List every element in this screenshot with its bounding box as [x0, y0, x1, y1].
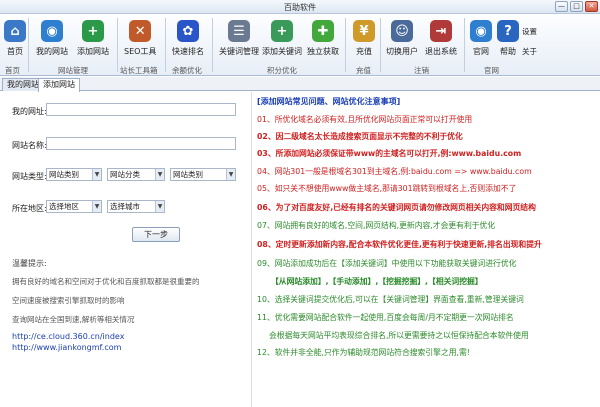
note-item: 08、定时更新添加新内容,配合本软件优化更佳,更有利于快速更新,排名出现和提升	[257, 240, 542, 249]
note-item: 03、所添加网站必须保证带www的主域名可以打开,例:www.baidu.com	[257, 149, 522, 158]
keyword-manage-button[interactable]: ☰ 关键词管理	[219, 20, 259, 60]
note-item: 01、所优化域名必须有效,且所优化网站页面正常可以打开使用	[257, 115, 473, 124]
site-name-label: 网站名称:	[12, 141, 47, 150]
help-icon: ?	[497, 20, 519, 42]
globe-icon: ◉	[41, 20, 63, 42]
chevron-down-icon: ▼	[92, 201, 101, 212]
chevron-down-icon: ▼	[92, 169, 101, 180]
note-item: 12、软件并非全能,只作为辅助规范网站符合搜索引擎之用,需!	[257, 348, 470, 357]
group-label-logout: 注销	[414, 66, 429, 75]
minimize-button[interactable]: —	[555, 1, 568, 12]
toolbar: ⌂ 首页 ◉ 我的网站 + 添加网站 ✕ SEO工具 ✿ 快速排名 ☰ 关键词管…	[0, 14, 600, 76]
settings-link[interactable]: 设置	[522, 26, 537, 37]
note-item: 07、网站拥有良好的域名,空间,网页结构,更新内容,才会更有利于优化	[257, 221, 496, 230]
note-item: 会根据每天网站平均表现综合排名,所以更需要持之以恒保持配合本软件使用	[269, 331, 529, 340]
home-button[interactable]: ⌂ 首页	[4, 20, 26, 60]
url-input[interactable]	[46, 103, 236, 116]
site-name-input[interactable]	[46, 137, 236, 150]
city-select[interactable]: 选择城市 ▼	[107, 200, 165, 213]
note-item: 02、因二级域名太长造成搜索页面显示不完整的不利于优化	[257, 132, 463, 141]
add-site-form: 我的网址: 网站名称: 网站类型: 网站类别 ▼ 网站分类 ▼ 网站类别 ▼ 所在地区…	[0, 92, 251, 407]
site-type-label: 网站类型:	[12, 172, 47, 181]
group-label-website: 官网	[484, 66, 499, 75]
close-button[interactable]: ✕	[585, 1, 598, 12]
note-item: 05、如只关不想使用www做主域名,那请301跳转到根域名上,否则添加不了	[257, 184, 517, 193]
tab-bar: 我的网站 添加网站	[0, 77, 600, 92]
note-item: 09、网站添加成功后在【添加关键词】中使用以下功能获取关键词进行优化	[257, 259, 517, 268]
next-step-button[interactable]: 下一步	[132, 227, 180, 242]
chevron-down-icon: ▼	[155, 169, 164, 180]
url-label: 我的网址:	[12, 107, 47, 116]
add-keyword-icon: +	[271, 20, 293, 42]
note-item: 06、为了对百度友好,已经有排名的关键词网页请勿修改网页相关内容和网页结构	[257, 203, 536, 212]
my-sites-button[interactable]: ◉ 我的网站	[36, 20, 68, 60]
tip-line-3: 查询网站在全国到速,解析等相关情况	[12, 315, 135, 324]
home-icon: ⌂	[4, 20, 26, 42]
website-icon: ◉	[470, 20, 492, 42]
exit-icon: ⇥	[430, 20, 452, 42]
chevron-down-icon: ▼	[155, 201, 164, 212]
independent-fetch-button[interactable]: ✚ 独立获取	[307, 20, 339, 60]
province-select[interactable]: 选择地区 ▼	[46, 200, 102, 213]
add-keyword-button[interactable]: + 添加关键词	[262, 20, 302, 60]
site-category-select-1[interactable]: 网站类别 ▼	[46, 168, 102, 181]
website-button[interactable]: ◉ 官网	[470, 20, 492, 60]
note-item: 11、优化需要网站配合软件一起使用,百度会每周/月不定期更一次网站排名	[257, 313, 514, 322]
group-label-home: 首页	[5, 66, 20, 75]
tab-add-site[interactable]: 添加网站	[38, 78, 80, 92]
group-label-recharge: 充值	[356, 66, 371, 75]
help-button[interactable]: ? 帮助	[497, 20, 519, 60]
notes-panel: [添加网站常见问题、网站优化注意事项] 01、所优化域名必须有效,且所优化网站页…	[251, 92, 600, 407]
baidu-paw-icon: ✿	[177, 20, 199, 42]
add-site-button[interactable]: + 添加网站	[77, 20, 109, 60]
tip-line-2: 空间速度被搜索引擎抓取时的影响	[12, 296, 125, 305]
switch-user-button[interactable]: ☺ 切换用户	[386, 20, 418, 60]
tip-line-1: 拥有良好的域名和空间对于优化和百度抓取都是很重要的	[12, 277, 200, 286]
group-label-toolbox: 站长工具箱	[120, 66, 158, 75]
group-label-points: 积分优化	[267, 66, 297, 75]
recharge-icon: ¥	[353, 20, 375, 42]
quick-rank-button[interactable]: ✿ 快速排名	[172, 20, 204, 60]
title-bar: 百助软件 — □ ✕	[0, 0, 600, 14]
seo-tools-button[interactable]: ✕ SEO工具	[124, 20, 156, 60]
link-jiankong[interactable]: http://www.jiankongmf.com	[12, 343, 121, 352]
group-label-site-manage: 网站管理	[58, 66, 88, 75]
note-item: 04、网站301一般是根域名301到主域名,例:baidu.com => www…	[257, 167, 532, 176]
tips-title: 温馨提示:	[12, 259, 47, 268]
maximize-button[interactable]: □	[570, 1, 583, 12]
keyword-list-icon: ☰	[228, 20, 250, 42]
tools-icon: ✕	[129, 20, 152, 42]
site-category-select-2[interactable]: 网站分类 ▼	[107, 168, 165, 181]
recharge-button[interactable]: ¥ 充值	[353, 20, 375, 60]
add-globe-icon: +	[82, 20, 104, 42]
exit-system-button[interactable]: ⇥ 退出系统	[425, 20, 457, 60]
notes-title: [添加网站常见问题、网站优化注意事项]	[257, 97, 401, 106]
note-item: 【从网站添加】,【手动添加】,【挖掘挖掘】,【相关词挖掘】	[271, 277, 483, 286]
group-label-balance: 余额优化	[172, 66, 202, 75]
note-item: 10、选择关键词提交优化后,可以在【关键词管理】界面查看,重新,管理关键词	[257, 295, 524, 304]
chevron-down-icon: ▼	[226, 169, 235, 180]
site-category-select-3[interactable]: 网站类别 ▼	[170, 168, 236, 181]
region-label: 所在地区:	[12, 204, 47, 213]
switch-user-icon: ☺	[391, 20, 413, 42]
plus-icon: ✚	[312, 20, 334, 42]
about-link[interactable]: 关于	[522, 46, 537, 57]
link-360-cloud[interactable]: http://ce.cloud.360.cn/index	[12, 332, 124, 341]
window-title: 百助软件	[284, 3, 316, 12]
